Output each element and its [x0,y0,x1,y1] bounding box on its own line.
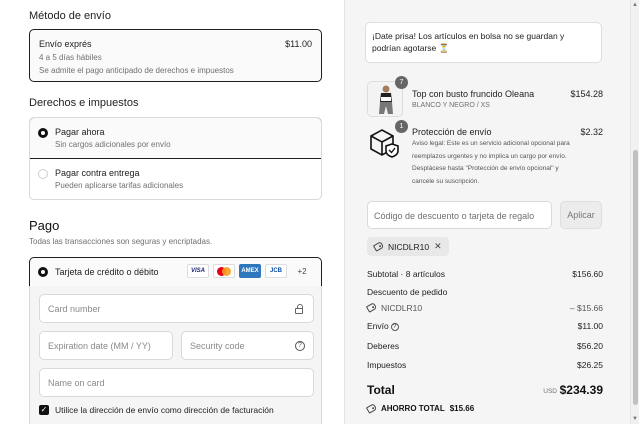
close-icon[interactable]: ✕ [434,241,442,252]
item-variant: BLANCO Y NEGRO / XS [412,102,490,109]
duties-option-pay-now[interactable]: Pagar ahora Sin cargos adicionales por e… [30,118,321,159]
item-price: $154.28 [570,89,603,99]
tag-icon [365,403,378,414]
taxes-label: Impuestos [367,360,407,370]
order-discount-row: Descuento de pedido [367,287,603,297]
card-number-placeholder: Card number [48,303,101,314]
payment-title: Pago [29,218,60,233]
checkbox-checked[interactable]: ✓ [39,405,49,415]
duties-option-pay-on-delivery[interactable]: Pagar contra entrega Pueden aplicarse ta… [30,159,321,199]
shipping-option-name: Envío exprés [39,39,92,49]
card-fields: Card number Expiration date (MM / YY) Se… [29,286,322,424]
amex-logo: AMEX [239,264,261,278]
checkout-form: Método de envío Envío exprés $11.00 4 a … [0,0,344,424]
subtotal-row: Subtotal · 8 artículos $156.60 [367,269,603,279]
scrollbar-thumb[interactable] [633,150,638,405]
scrollbar[interactable]: ▲ ▼ [630,0,639,424]
discount-code-input[interactable]: Código de descuento o tarjeta de regalo [367,201,552,229]
payment-subtitle: Todas las transacciones son seguras y en… [29,237,213,246]
shipping-label: Envío [367,321,389,331]
item-name: Top con busto fruncido Oleana [412,89,535,99]
scroll-down-arrow-icon[interactable]: ▼ [632,416,638,422]
duties-options: Pagar ahora Sin cargos adicionales por e… [29,117,322,200]
quantity-badge: 7 [395,76,408,89]
shipping-row: Envío? $11.00 [367,321,603,331]
duties-option-label: Pagar contra entrega [55,168,140,178]
subtotal-label: Subtotal · 8 artículos [367,269,445,279]
taxes-row: Impuestos $26.25 [367,360,603,370]
card-logos: VISA AMEX JCB +2 [187,264,313,280]
order-summary: ¡Date prisa! Los artículos en bolsa no s… [344,0,630,424]
discount-value: – $15.66 [569,303,603,313]
duties-option-sub: Pueden aplicarse tarifas adicionales [55,181,184,190]
order-discount-label: Descuento de pedido [367,287,448,297]
help-icon[interactable]: ? [390,322,399,331]
mastercard-logo [213,264,235,278]
jcb-logo: JCB [265,264,287,278]
security-code-input[interactable]: Security code ? [181,331,314,360]
duties-option-sub: Sin cargos adicionales por envío [55,140,171,149]
name-on-card-placeholder: Name on card [48,377,105,388]
card-number-input[interactable]: Card number [39,294,314,323]
visa-logo: VISA [187,264,209,278]
total-value: $234.39 [559,383,603,397]
shipping-method-title: Método de envío [29,10,111,22]
duties-label: Deberes [367,341,400,351]
radio-unselected[interactable] [38,169,48,179]
duties-value: $56.20 [577,341,603,351]
applied-code-chip: NICDLR10 ✕ [367,237,449,256]
duties-row: Deberes $56.20 [367,341,603,351]
item-name: Protección de envío [412,127,492,137]
card-option-label: Tarjeta de crédito o débito [55,267,159,277]
tag-icon [372,241,385,252]
expiration-input[interactable]: Expiration date (MM / YY) [39,331,173,360]
total-label: Total [367,383,395,397]
apply-discount-button[interactable]: Aplicar [560,201,602,229]
item-description: Aviso legal: Este es un servicio adicion… [412,140,570,185]
payment-option-card[interactable]: Tarjeta de crédito o débito VISA AMEX JC… [29,257,322,287]
currency-code: USD [543,388,557,395]
duties-option-label: Pagar ahora [55,127,105,137]
savings-label: AHORRO TOTAL [381,404,445,413]
subtotal-value: $156.60 [572,269,603,279]
lock-icon [295,304,303,314]
total-savings: AHORRO TOTAL $15.66 [365,403,475,414]
billing-same-label: Utilice la dirección de envío como direc… [55,405,274,415]
shipping-option-express[interactable]: Envío exprés $11.00 4 a 5 días hábiles S… [29,29,322,82]
item-price: $2.32 [580,127,603,137]
discount-code: NICDLR10 [381,303,423,313]
taxes-value: $26.25 [577,360,603,370]
savings-value: $15.66 [449,404,475,413]
shipping-option-note: Se admite el pago anticipado de derechos… [39,66,234,75]
scroll-up-arrow-icon[interactable]: ▲ [632,2,638,8]
more-logos-count: +2 [297,266,307,276]
duties-title: Derechos e impuestos [29,97,139,109]
hurry-notice: ¡Date prisa! Los artículos en bolsa no s… [365,22,602,63]
radio-selected[interactable] [38,267,48,277]
radio-selected[interactable] [38,128,48,138]
quantity-badge: 1 [395,120,408,133]
shipping-option-price: $11.00 [285,39,312,49]
total-row: Total USD $234.39 [367,383,603,397]
name-on-card-input[interactable]: Name on card [39,368,314,397]
applied-code: NICDLR10 [388,241,430,252]
tag-icon [365,302,378,313]
security-code-placeholder: Security code [190,340,245,351]
discount-code-row: NICDLR10 – $15.66 [365,302,603,313]
shipping-value: $11.00 [577,321,603,331]
shipping-option-days: 4 a 5 días hábiles [39,53,102,62]
help-icon[interactable]: ? [295,340,305,351]
expiration-placeholder: Expiration date (MM / YY) [48,340,151,351]
